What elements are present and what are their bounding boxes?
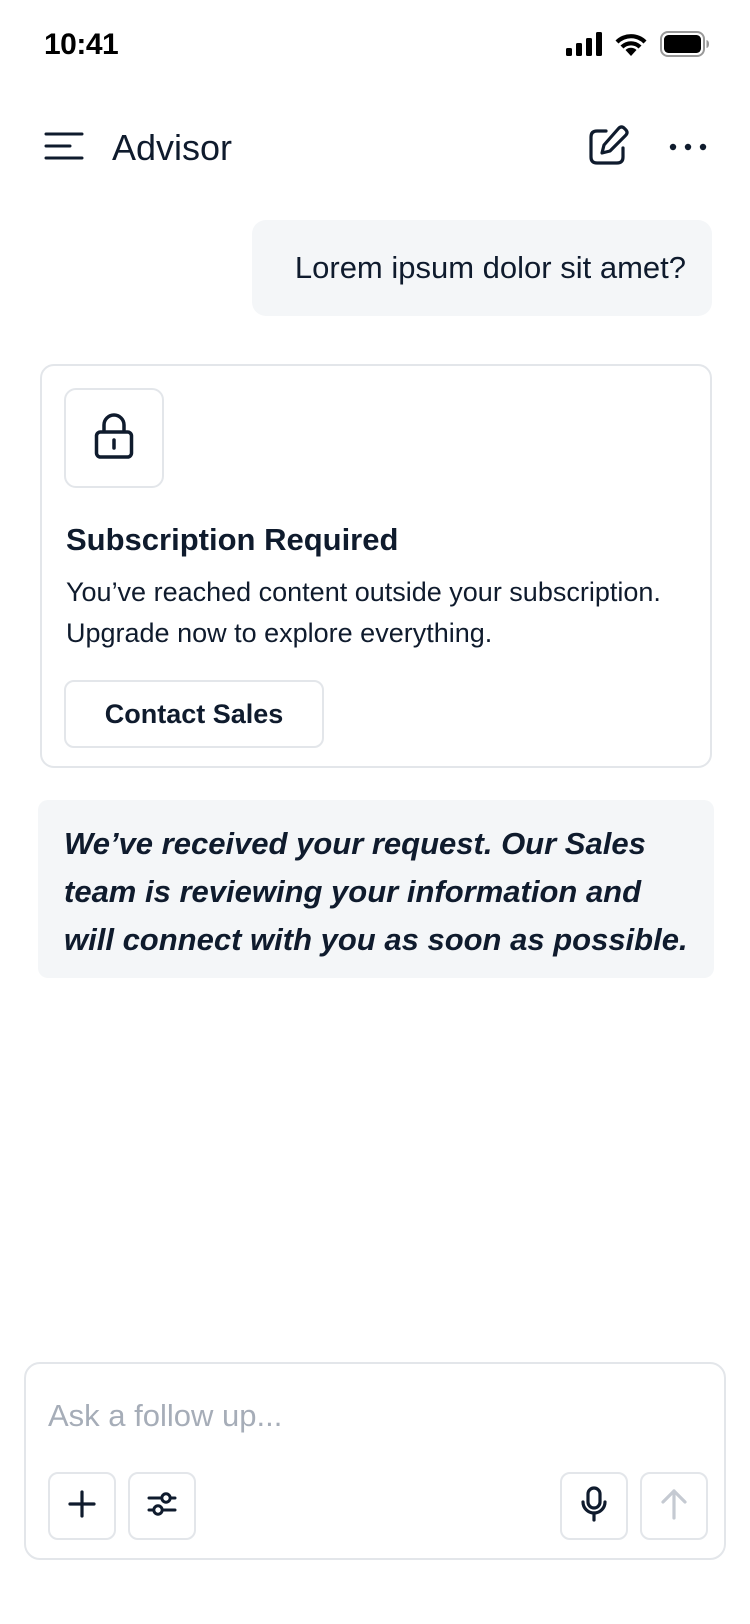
- contact-sales-button[interactable]: Contact Sales: [64, 680, 324, 748]
- status-icons: [566, 30, 710, 62]
- advisor-screen: 10:41 Advisor Lorem ipsum dolor sit amet…: [0, 0, 750, 1624]
- filters-icon: [147, 1490, 177, 1523]
- lock-tile: [64, 388, 164, 488]
- user-message-text: Lorem ipsum dolor sit amet?: [294, 250, 686, 285]
- follow-up-input[interactable]: [48, 1390, 688, 1442]
- microphone-icon: [580, 1485, 608, 1527]
- subscription-card: Subscription Required You’ve reached con…: [40, 364, 712, 768]
- battery-icon: [660, 30, 710, 62]
- confirmation-message: We’ve received your request. Our Sales t…: [38, 800, 714, 978]
- status-bar: 10:41: [0, 0, 750, 92]
- wifi-icon: [614, 31, 648, 62]
- send-button[interactable]: [640, 1472, 708, 1540]
- more-options-button[interactable]: [664, 124, 712, 172]
- plus-icon: [68, 1489, 96, 1523]
- user-message-bubble: Lorem ipsum dolor sit amet?: [252, 220, 712, 316]
- send-arrow-icon: [661, 1488, 687, 1525]
- cellular-signal-icon: [566, 31, 602, 61]
- filters-button[interactable]: [128, 1472, 196, 1540]
- new-chat-button[interactable]: [584, 124, 632, 172]
- confirmation-text: We’ve received your request. Our Sales t…: [64, 826, 688, 957]
- add-attachment-button[interactable]: [48, 1472, 116, 1540]
- status-time: 10:41: [44, 28, 119, 61]
- page-title: Advisor: [112, 127, 233, 168]
- compose-icon: [587, 124, 629, 172]
- message-composer: [24, 1362, 726, 1560]
- more-icon: [668, 139, 708, 157]
- menu-button[interactable]: [40, 124, 88, 172]
- subscription-title: Subscription Required: [66, 522, 399, 557]
- lock-icon: [94, 412, 134, 465]
- app-header: Advisor: [0, 110, 750, 186]
- subscription-description: You’ve reached content outside your subs…: [66, 577, 661, 648]
- menu-icon: [44, 131, 84, 166]
- voice-input-button[interactable]: [560, 1472, 628, 1540]
